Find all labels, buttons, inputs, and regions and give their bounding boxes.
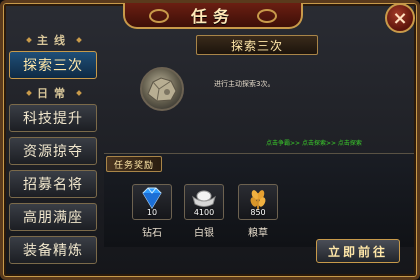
sidebar-item-label: 招募名将 — [23, 177, 83, 193]
task-sidebar: 主线 探索三次 日常 科技提升 资源掠夺 招募名将 高朋满座 装备精炼 — [9, 29, 99, 279]
sidebar-item-label: 探索三次 — [23, 58, 83, 74]
reward-title: 任务奖励 — [106, 156, 162, 172]
sidebar-item-label: 资源掠夺 — [23, 144, 83, 160]
reward-item-silver[interactable]: 4100 — [184, 184, 224, 220]
reward-panel: 任务奖励 10 钻石 4100 白银 850 粮草 — [104, 153, 414, 247]
sidebar-item-equip-refine[interactable]: 装备精炼 — [9, 236, 97, 264]
reward-count: 850 — [250, 208, 266, 217]
reward-label: 白银 — [194, 228, 214, 239]
reward-label: 钻石 — [142, 228, 162, 239]
sidebar-item-tech-upgrade[interactable]: 科技提升 — [9, 104, 97, 132]
sidebar-item-full-house[interactable]: 高朋满座 — [9, 203, 97, 231]
reward-count: 10 — [146, 208, 158, 217]
reward-label: 粮草 — [248, 228, 268, 239]
task-name: 探索三次 — [196, 35, 318, 55]
title-ornament-right — [257, 9, 277, 23]
rock-icon — [140, 67, 184, 111]
title-ornament-left — [149, 9, 169, 23]
sidebar-item-label: 装备精炼 — [23, 243, 83, 259]
reward-item-grain[interactable]: 850 — [238, 184, 278, 220]
navigation-hint[interactable]: 点击争霸>> 点击探索>> 点击探索 — [266, 138, 362, 147]
reward-item-diamond[interactable]: 10 — [132, 184, 172, 220]
reward-count: 4100 — [193, 208, 215, 217]
sidebar-item-label: 高朋满座 — [23, 210, 83, 226]
task-detail: 探索三次 进行主动探索3次。 点击争霸>> 点击探索>> 点击探索 任务奖励 1… — [104, 29, 417, 279]
sidebar-item-recruit-generals[interactable]: 招募名将 — [9, 170, 97, 198]
daily-quest-header: 日常 — [9, 84, 99, 102]
go-now-button[interactable]: 立即前往 — [316, 239, 400, 263]
window-title: 任务 — [190, 7, 235, 26]
task-window: 任务 × 主线 探索三次 日常 科技提升 资源掠夺 招募名将 高朋满座 装备精炼… — [0, 0, 420, 280]
task-description: 进行主动探索3次。 — [214, 80, 275, 88]
close-icon: × — [392, 7, 408, 29]
main-quest-header: 主线 — [9, 31, 99, 49]
sidebar-item-resource-plunder[interactable]: 资源掠夺 — [9, 137, 97, 165]
sidebar-item-label: 科技提升 — [23, 111, 83, 127]
sidebar-item-explore-three[interactable]: 探索三次 — [9, 51, 97, 79]
